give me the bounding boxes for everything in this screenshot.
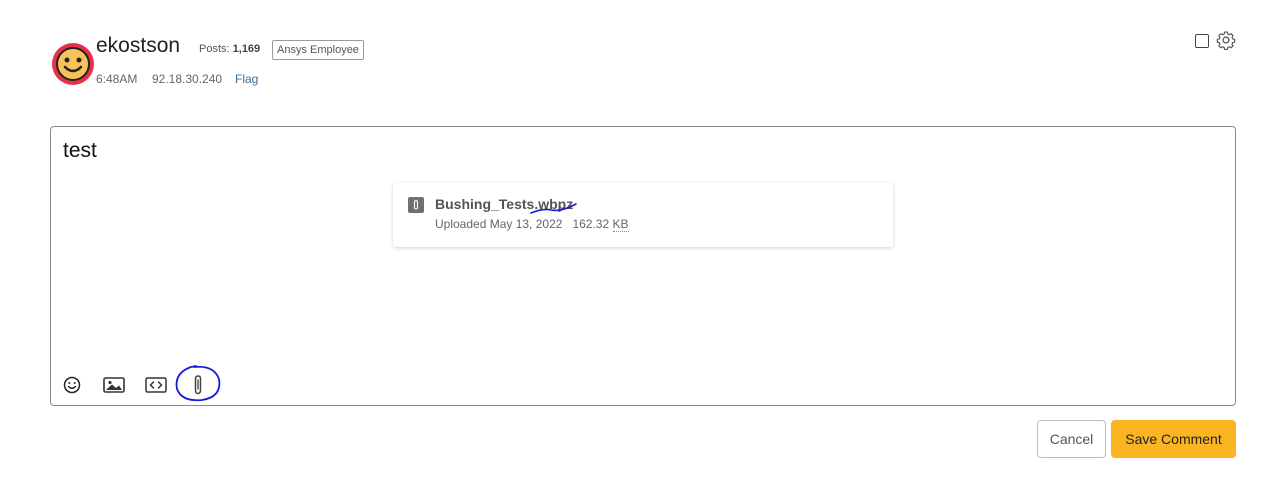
underline-annotation xyxy=(530,203,577,214)
avatar[interactable] xyxy=(52,43,94,85)
emoji-icon xyxy=(63,376,81,394)
post-count: Posts: 1,169 xyxy=(199,43,260,55)
username[interactable]: ekostson xyxy=(96,34,180,58)
image-button[interactable] xyxy=(102,373,126,397)
post-ip: 92.18.30.240 xyxy=(152,72,223,86)
save-comment-button[interactable]: Save Comment xyxy=(1111,420,1236,458)
posts-label: Posts: xyxy=(199,43,230,55)
gear-icon[interactable] xyxy=(1216,30,1236,50)
code-icon xyxy=(145,377,167,393)
attachment-card[interactable]: Bushing_Tests.wbpz Uploaded May 13, 2022… xyxy=(393,183,893,247)
comment-editor[interactable]: test Bushing_Tests.wbpz Uploaded May 13,… xyxy=(50,126,1236,406)
attachment-size-unit: KB xyxy=(612,217,629,232)
select-checkbox[interactable] xyxy=(1195,34,1209,48)
editor-text[interactable]: test xyxy=(63,139,97,163)
attachment-size: 162.32 xyxy=(572,217,610,231)
cancel-button[interactable]: Cancel xyxy=(1037,420,1106,458)
posts-count: 1,169 xyxy=(232,43,261,55)
attachment-meta: Uploaded May 13, 2022 162.32 KB xyxy=(435,217,629,232)
smiley-avatar-icon xyxy=(56,47,90,81)
post-time: 6:48AM xyxy=(96,72,138,86)
image-icon xyxy=(103,377,125,393)
emoji-button[interactable] xyxy=(60,373,84,397)
role-badge: Ansys Employee xyxy=(272,40,364,60)
flag-link[interactable]: Flag xyxy=(235,72,258,86)
code-button[interactable] xyxy=(144,373,168,397)
attachment-file-icon xyxy=(408,197,424,213)
attachment-uploaded: Uploaded May 13, 2022 xyxy=(435,217,563,231)
circle-annotation xyxy=(175,365,221,402)
